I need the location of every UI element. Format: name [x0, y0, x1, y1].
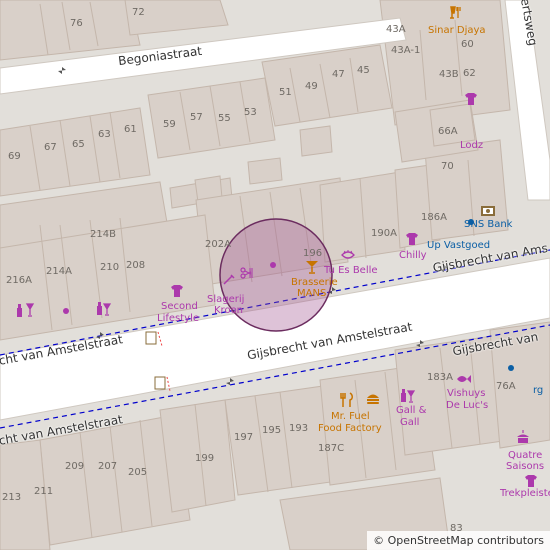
- house-number: 210: [100, 262, 120, 273]
- house-number: 183A: [427, 372, 453, 383]
- beauty-icon: [341, 250, 355, 259]
- house-number: 72: [132, 7, 145, 18]
- map-canvas[interactable]: Begoniastraat Gijsbrecht van Amstelstraa…: [0, 0, 550, 550]
- house-number: 69: [8, 151, 21, 162]
- house-number: 61: [124, 124, 137, 135]
- poi-label-saisons[interactable]: Saisons: [506, 462, 544, 472]
- house-number: 196: [303, 248, 323, 259]
- attribution: © OpenStreetMap contributors: [367, 531, 550, 550]
- attribution-link[interactable]: OpenStreetMap contributors: [388, 534, 544, 547]
- house-number: 53: [244, 107, 257, 118]
- poi-label-up-vastgoed[interactable]: Up Vastgoed: [427, 241, 490, 251]
- house-number: 51: [279, 87, 292, 98]
- house-number: 216A: [6, 275, 32, 286]
- house-number: 65: [72, 139, 85, 150]
- bank-icon: [481, 206, 495, 216]
- shop-icon: [17, 303, 35, 317]
- fast-food-icon: [340, 392, 353, 407]
- house-number: 59: [163, 119, 176, 130]
- house-number: 208: [126, 260, 146, 271]
- drinks-icon: [450, 6, 461, 19]
- poi-label-vishuys[interactable]: Vishuys: [447, 389, 485, 399]
- poi-label-partial-rg: rg: [533, 385, 544, 396]
- poi-label-second[interactable]: Second: [161, 302, 198, 312]
- poi-label-quatre[interactable]: Quatre: [508, 451, 542, 461]
- burger-icon: [367, 394, 379, 404]
- house-number: 213: [2, 492, 22, 503]
- house-number: 214A: [46, 266, 72, 277]
- house-number: 66A: [438, 126, 458, 137]
- poi-label-slagerij[interactable]: Slagerij: [207, 295, 244, 305]
- house-number: 211: [34, 486, 54, 497]
- clothes-icon: [465, 93, 477, 105]
- poi-label-gall[interactable]: Gall &: [396, 406, 426, 416]
- alcohol-icon: [401, 389, 415, 403]
- house-number: 45: [357, 65, 370, 76]
- house-number: 47: [332, 69, 345, 80]
- house-number: 70: [441, 161, 454, 172]
- house-number: 195: [262, 425, 282, 436]
- clothes-icon: [171, 285, 183, 297]
- house-number: 76A: [496, 381, 516, 392]
- poi-label-lifestyle[interactable]: Lifestyle: [157, 314, 199, 324]
- copyright-symbol: ©: [373, 534, 385, 547]
- house-number: 43B: [439, 69, 459, 80]
- cake-icon: [517, 430, 529, 443]
- poi-dot: [270, 262, 276, 268]
- poi-label-mr-fuel[interactable]: Mr. Fuel: [331, 412, 370, 422]
- house-number: 62: [463, 68, 476, 79]
- poi-label-kroon[interactable]: Kroon: [214, 306, 243, 316]
- house-number: 76: [70, 18, 83, 29]
- poi-label-sinar-djaya[interactable]: Sinar Djaya: [428, 26, 486, 36]
- house-number: 63: [98, 129, 111, 140]
- house-number: 214B: [90, 229, 116, 240]
- house-number: 199: [195, 453, 215, 464]
- house-number: 187C: [318, 443, 345, 454]
- house-number: 186A: [421, 212, 447, 223]
- clothes-icon: [525, 475, 537, 487]
- butcher-icon: [223, 274, 235, 285]
- poi-label-chilly[interactable]: Chilly: [399, 251, 427, 261]
- house-number: 209: [65, 461, 85, 472]
- alcohol-icon: [97, 302, 111, 316]
- house-number: 190A: [371, 228, 397, 239]
- fish-icon: [457, 375, 471, 383]
- house-number: 202A: [205, 239, 231, 250]
- poi-label-gall-2[interactable]: Gall: [400, 418, 419, 428]
- house-number: 205: [128, 467, 148, 478]
- bar-icon: [306, 261, 318, 274]
- house-number: 57: [190, 112, 203, 123]
- poi-label-de-lucs[interactable]: De Luc's: [446, 401, 488, 411]
- house-number: 197: [234, 432, 254, 443]
- house-number: 49: [305, 81, 318, 92]
- house-number: 43A: [386, 24, 406, 35]
- poi-label-lodz[interactable]: Lodz: [460, 141, 483, 151]
- poi-label-food-factory[interactable]: Food Factory: [318, 424, 382, 434]
- house-number: 207: [98, 461, 118, 472]
- house-number: 43A-1: [391, 45, 421, 56]
- house-number: 55: [218, 113, 231, 124]
- house-number: 193: [289, 423, 309, 434]
- hairdresser-icon: [240, 267, 253, 279]
- poi-label-tu-es-belle[interactable]: Tu Es Belle: [324, 266, 378, 276]
- clothes-icon: [406, 233, 418, 245]
- poi-label-brasserie[interactable]: Brasserie: [291, 278, 338, 288]
- poi-label-sns-bank[interactable]: SNS Bank: [464, 220, 512, 230]
- poi-label-mans[interactable]: MANS: [297, 289, 326, 299]
- poi-label-trekpleister[interactable]: Trekpleister: [500, 489, 550, 499]
- house-number: 67: [44, 142, 57, 153]
- house-number: 60: [461, 39, 474, 50]
